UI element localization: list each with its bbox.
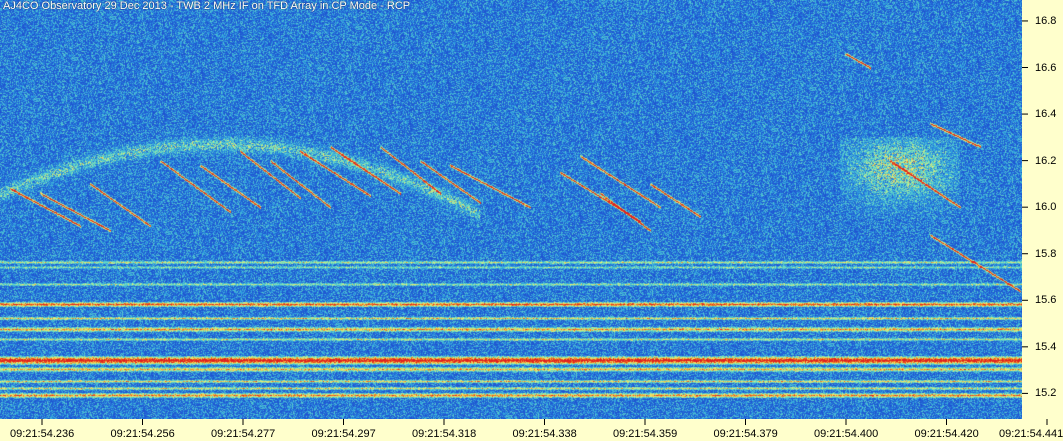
x-tick-label: 09:21:54.318 xyxy=(412,428,477,440)
y-tick-label: 15.6 xyxy=(1035,294,1057,307)
y-tick-label: 16.2 xyxy=(1035,154,1057,167)
x-tick-label: 09:21:54.338 xyxy=(512,428,577,440)
x-tick-label: 09:21:54.277 xyxy=(211,428,276,440)
x-tick-label: 09:21:54.441 xyxy=(999,428,1063,440)
x-tick-label: 09:21:54.256 xyxy=(110,428,175,440)
y-tick-label: 16.6 xyxy=(1035,61,1057,74)
spectrogram-figure: AJ4CO Observatory 29 Dec 2013 - TWB 2 MH… xyxy=(0,0,1063,441)
y-tick-label: 16.0 xyxy=(1035,201,1057,214)
axis-ticks xyxy=(41,20,1048,425)
y-tick-label: 15.2 xyxy=(1035,387,1057,400)
y-tick-label: 15.8 xyxy=(1035,247,1057,260)
x-tick-label: 09:21:54.359 xyxy=(613,428,678,440)
x-tick-label: 09:21:54.297 xyxy=(311,428,376,440)
x-tick-label: 09:21:54.420 xyxy=(914,428,979,440)
x-tick-label: 09:21:54.379 xyxy=(713,428,778,440)
y-tick-label: 16.8 xyxy=(1035,14,1057,27)
y-tick-label: 15.4 xyxy=(1035,340,1057,353)
y-tick-label: 16.4 xyxy=(1035,108,1057,121)
x-tick-label: 09:21:54.236 xyxy=(10,428,75,440)
x-tick-label: 09:21:54.400 xyxy=(814,428,879,440)
